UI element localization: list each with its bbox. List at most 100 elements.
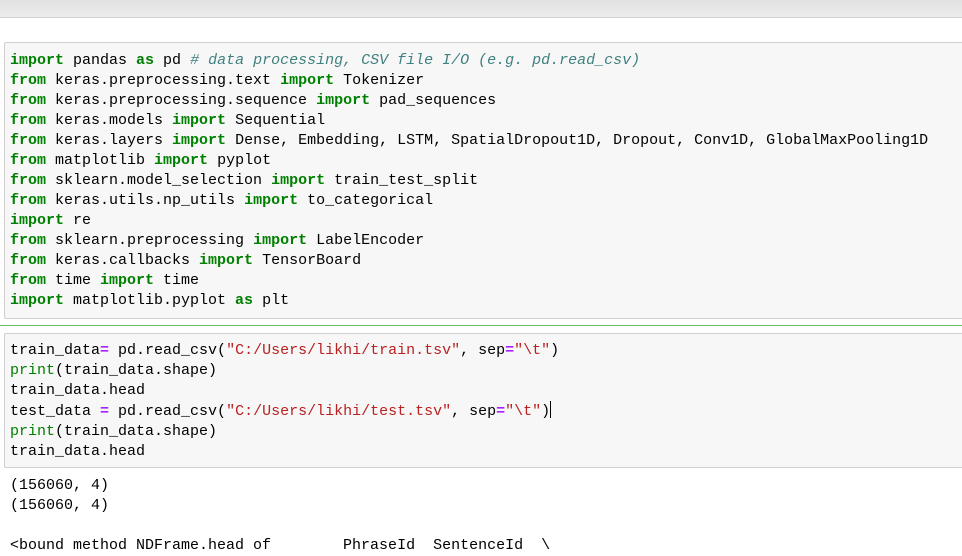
code-token: LabelEncoder xyxy=(307,232,425,249)
code-token: import xyxy=(172,132,227,149)
code-token: Dense, Embedding, LSTM, SpatialDropout1D… xyxy=(226,132,929,149)
code-token: pd xyxy=(154,52,191,69)
code-token: # data processing, CSV file I/O (e.g. pd… xyxy=(190,52,641,69)
code-token: pd.read_csv( xyxy=(109,403,227,420)
code-cell-imports-source[interactable]: import pandas as pd # data processing, C… xyxy=(10,51,928,311)
code-token: from xyxy=(10,172,47,189)
code-token: TensorBoard xyxy=(253,252,362,269)
code-token: pyplot xyxy=(208,152,272,169)
code-cell-imports-line: from keras.utils.np_utils import to_cate… xyxy=(10,191,928,211)
code-cell-imports-line: from keras.layers import Dense, Embeddin… xyxy=(10,131,928,151)
output-line: <bound method NDFrame.head of PhraseId S… xyxy=(10,537,551,554)
code-token: import xyxy=(172,112,227,129)
code-token: from xyxy=(10,252,47,269)
code-token: as xyxy=(136,52,155,69)
code-token: from xyxy=(10,152,47,169)
code-token: from xyxy=(10,192,47,209)
code-token: "C:/Users/likhi/train.tsv" xyxy=(226,342,461,359)
code-cell-load-data-line: test_data = pd.read_csv("C:/Users/likhi/… xyxy=(10,401,559,422)
output-line: (156060, 4) xyxy=(10,477,110,494)
code-token: from xyxy=(10,72,47,89)
code-token: re xyxy=(64,212,92,229)
code-token: from xyxy=(10,272,47,289)
code-token: train_test_split xyxy=(325,172,479,189)
code-cell-imports-line: from sklearn.model_selection import trai… xyxy=(10,171,928,191)
code-cell-imports-line: from keras.preprocessing.sequence import… xyxy=(10,91,928,111)
code-token: import xyxy=(100,272,155,289)
code-token: = xyxy=(100,342,110,359)
code-token: Tokenizer xyxy=(334,72,425,89)
code-token: Sequential xyxy=(226,112,326,129)
code-token: , sep xyxy=(460,342,506,359)
code-token: import xyxy=(10,292,65,309)
code-token: import xyxy=(280,72,335,89)
code-token: , sep xyxy=(451,403,497,420)
code-token: pad_sequences xyxy=(370,92,497,109)
code-cell-imports-line: import pandas as pd # data processing, C… xyxy=(10,51,928,71)
code-token: time xyxy=(154,272,200,289)
code-token: = xyxy=(505,342,515,359)
code-token: import xyxy=(271,172,326,189)
code-token: import xyxy=(316,92,371,109)
code-token: = xyxy=(496,403,506,420)
code-token: pandas xyxy=(64,52,137,69)
code-cell-load-data-line: train_data.head xyxy=(10,442,559,462)
code-token: time xyxy=(46,272,101,289)
code-token: sklearn.preprocessing xyxy=(46,232,254,249)
code-token: plt xyxy=(253,292,290,309)
code-token: import xyxy=(154,152,209,169)
code-token: matplotlib xyxy=(46,152,155,169)
code-token: (train_data.shape) xyxy=(55,423,218,440)
code-cell-imports-line: from keras.models import Sequential xyxy=(10,111,928,131)
code-cell-imports-line: from time import time xyxy=(10,271,928,291)
code-token: print xyxy=(10,362,56,379)
code-token: import xyxy=(10,52,65,69)
code-token: "C:/Users/likhi/test.tsv" xyxy=(226,403,452,420)
code-cell-imports-line: from matplotlib import pyplot xyxy=(10,151,928,171)
code-token: "\t" xyxy=(505,403,542,420)
code-token: from xyxy=(10,112,47,129)
code-token: pd.read_csv( xyxy=(109,342,227,359)
code-token: sklearn.model_selection xyxy=(46,172,272,189)
selected-cell-indicator xyxy=(0,325,962,326)
code-token: ) xyxy=(550,342,560,359)
code-cell-imports-line: import matplotlib.pyplot as plt xyxy=(10,291,928,311)
code-token: (train_data.shape) xyxy=(55,362,218,379)
code-cell-imports-line: from keras.preprocessing.text import Tok… xyxy=(10,71,928,91)
code-token: keras.models xyxy=(46,112,173,129)
code-token: import xyxy=(253,232,308,249)
code-token: train_data xyxy=(10,342,101,359)
code-token: from xyxy=(10,232,47,249)
code-token: test_data xyxy=(10,403,101,420)
output-line: (156060, 4) xyxy=(10,497,110,514)
cell-output: (156060, 4) (156060, 4) <bound method NDF… xyxy=(10,476,550,556)
code-token: from xyxy=(10,92,47,109)
code-cell-load-data-line: print(train_data.shape) xyxy=(10,361,559,381)
text-cursor xyxy=(550,401,552,418)
code-token: from xyxy=(10,132,47,149)
notebook-toolbar xyxy=(0,0,962,18)
code-token: train_data.head xyxy=(10,443,146,460)
code-token: import xyxy=(199,252,254,269)
code-token: print xyxy=(10,423,56,440)
code-token: = xyxy=(100,403,110,420)
code-token: keras.utils.np_utils xyxy=(46,192,245,209)
code-token: matplotlib.pyplot xyxy=(64,292,236,309)
code-token: to_categorical xyxy=(298,192,434,209)
code-cell-load-data-line: train_data= pd.read_csv("C:/Users/likhi/… xyxy=(10,341,559,361)
code-token: import xyxy=(10,212,65,229)
code-cell-load-data-line: train_data.head xyxy=(10,381,559,401)
code-token: ) xyxy=(541,403,551,420)
code-cell-imports-line: from sklearn.preprocessing import LabelE… xyxy=(10,231,928,251)
code-token: train_data.head xyxy=(10,382,146,399)
code-cell-load-data-line: print(train_data.shape) xyxy=(10,422,559,442)
code-token: keras.layers xyxy=(46,132,173,149)
code-cell-load-data-source[interactable]: train_data= pd.read_csv("C:/Users/likhi/… xyxy=(10,341,559,462)
code-token: keras.callbacks xyxy=(46,252,200,269)
code-cell-imports-line: from keras.callbacks import TensorBoard xyxy=(10,251,928,271)
code-token: keras.preprocessing.text xyxy=(46,72,281,89)
code-cell-imports-line: import re xyxy=(10,211,928,231)
code-token: as xyxy=(235,292,254,309)
code-token: "\t" xyxy=(514,342,551,359)
